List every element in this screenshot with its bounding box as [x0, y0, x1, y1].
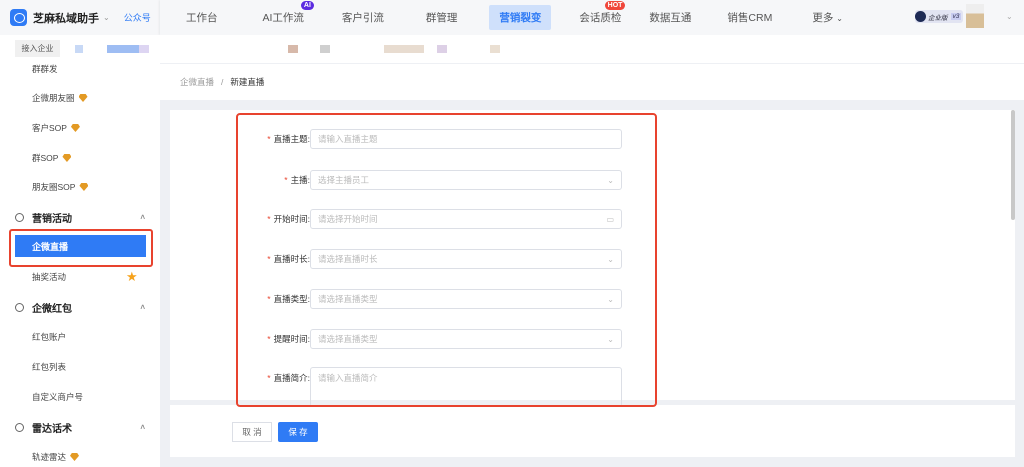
radar-icon [15, 423, 24, 432]
sidebar-group-marketing[interactable]: 营销活动 ˄ [15, 210, 145, 225]
sidebar-item-label: 自定义商户号 [32, 392, 84, 402]
nav-ai-workflow[interactable]: AI工作流 AI [262, 1, 314, 25]
blurred-item [75, 45, 83, 53]
star-icon: ★ [126, 269, 138, 284]
nav-label: 销售CRM [727, 12, 773, 24]
sidebar-item-label: 红包列表 [32, 362, 67, 372]
sidebar-item-group-sop[interactable]: 群SOP [32, 152, 72, 164]
sidebar-group-red-packet[interactable]: 企微红包 ˄ [15, 300, 145, 315]
nav-customer-acquisition[interactable]: 客户引流 [342, 10, 384, 25]
enterprise-bar [0, 35, 1024, 63]
nav-label: 客户引流 [341, 12, 384, 24]
sidebar-item-group-broadcast[interactable]: 群群发 [32, 63, 58, 75]
nav-data-sync[interactable]: 数据互通 [649, 10, 691, 25]
nav-label: 更多 [812, 12, 834, 24]
sidebar-item-label: 企微朋友圈 [32, 93, 75, 103]
brand[interactable]: 芝麻私域助手 ⌄ 公众号 [0, 0, 160, 35]
breadcrumb-parent[interactable]: 企微直播 [180, 76, 214, 88]
vip-gem-icon [70, 124, 80, 132]
top-nav: 工作台 AI工作流 AI 客户引流 群管理 营销裂变 会话质检 HOT 数据互通 销… [160, 0, 1024, 35]
brand-name: 芝麻私域助手 [33, 12, 99, 25]
nav-label: 数据互通 [649, 12, 692, 24]
chevron-down-icon[interactable]: ⌄ [103, 13, 110, 22]
chevron-up-icon: ˄ [140, 213, 145, 222]
nav-sales-crm[interactable]: 销售CRM [727, 10, 772, 25]
nav-group-management[interactable]: 群管理 [426, 10, 458, 25]
vip-gem-icon [70, 453, 80, 461]
vip-gem-icon [62, 154, 72, 162]
blurred-item [139, 45, 149, 53]
sidebar-item-packet-account[interactable]: 红包账户 [32, 331, 66, 343]
nav-label: 会话质检 [579, 12, 622, 24]
nav-session-qc[interactable]: 会话质检 HOT [579, 1, 626, 25]
blurred-item [384, 45, 424, 53]
nav-label: 工作台 [186, 12, 218, 24]
chevron-up-icon: ˄ [140, 303, 145, 312]
sidebar-group-label: 企微红包 [32, 304, 72, 315]
sidebar-item-track-radar[interactable]: 轨迹雷达 [32, 451, 80, 463]
blurred-item [490, 45, 500, 53]
chevron-up-icon: ˄ [140, 423, 145, 432]
sidebar-item-packet-list[interactable]: 红包列表 [32, 361, 66, 373]
avatar[interactable] [966, 4, 984, 28]
sidebar-item-lottery[interactable]: 抽奖活动 [32, 271, 66, 283]
vip-gem-icon [78, 94, 88, 102]
enterprise-tab[interactable]: 接入企业 [15, 40, 60, 57]
sidebar-item-label: 群群发 [32, 64, 58, 74]
sidebar-group-label: 雷达话术 [32, 424, 72, 435]
sidebar-item-label: 红包账户 [32, 332, 67, 342]
sidebar-item-label: 抽奖活动 [32, 272, 67, 282]
ai-badge: AI [300, 1, 314, 10]
nav-label: 营销裂变 [499, 12, 542, 24]
account-link[interactable]: 公众号 [124, 11, 151, 24]
marketing-icon [15, 213, 24, 222]
sidebar-item-label: 客户SOP [32, 123, 67, 133]
hot-badge: HOT [604, 1, 626, 10]
breadcrumb: 企微直播 / 新建直播 [160, 64, 1024, 100]
sidebar-group-radar[interactable]: 雷达话术 ˄ [15, 420, 145, 435]
sidebar-item-customer-sop[interactable]: 客户SOP [32, 122, 80, 134]
nav-marketing[interactable]: 营销裂变 [489, 5, 552, 30]
edition-icon [915, 11, 926, 22]
red-packet-icon [15, 303, 24, 312]
vip-gem-icon [79, 183, 89, 191]
blurred-item [437, 45, 447, 53]
nav-label: 群管理 [425, 12, 458, 24]
edition-version: v3 [950, 13, 962, 20]
sidebar-item-merchant[interactable]: 自定义商户号 [32, 391, 83, 403]
nav-workbench[interactable]: 工作台 [186, 10, 218, 25]
edition-label: 企业版 [928, 14, 948, 22]
logo-icon [10, 9, 27, 26]
breadcrumb-separator: / [221, 77, 224, 87]
breadcrumb-current: 新建直播 [230, 77, 265, 87]
sidebar-group-label: 营销活动 [32, 214, 72, 225]
cancel-button[interactable]: 取 消 [232, 422, 272, 442]
sidebar-item-label: 轨迹雷达 [32, 452, 67, 462]
blurred-item [320, 45, 330, 53]
highlight-box [236, 113, 657, 407]
sidebar-item-moments[interactable]: 企微朋友圈 [32, 92, 88, 104]
blurred-item [288, 45, 298, 53]
sidebar-item-label: 群SOP [32, 153, 59, 163]
nav-more[interactable]: 更多 ⌄ [812, 10, 843, 25]
save-button[interactable]: 保 存 [278, 422, 318, 442]
highlight-box [9, 229, 153, 267]
scrollbar[interactable] [1011, 110, 1015, 220]
chevron-down-icon: ⌄ [836, 14, 843, 23]
blurred-item [107, 45, 139, 53]
chevron-down-icon[interactable]: ⌄ [1006, 12, 1013, 21]
nav-label: AI工作流 [262, 12, 304, 24]
sidebar-item-label: 朋友圈SOP [32, 182, 76, 192]
sidebar-item-moments-sop[interactable]: 朋友圈SOP [32, 181, 89, 193]
edition-badge: 企业版 v3 [915, 10, 964, 23]
